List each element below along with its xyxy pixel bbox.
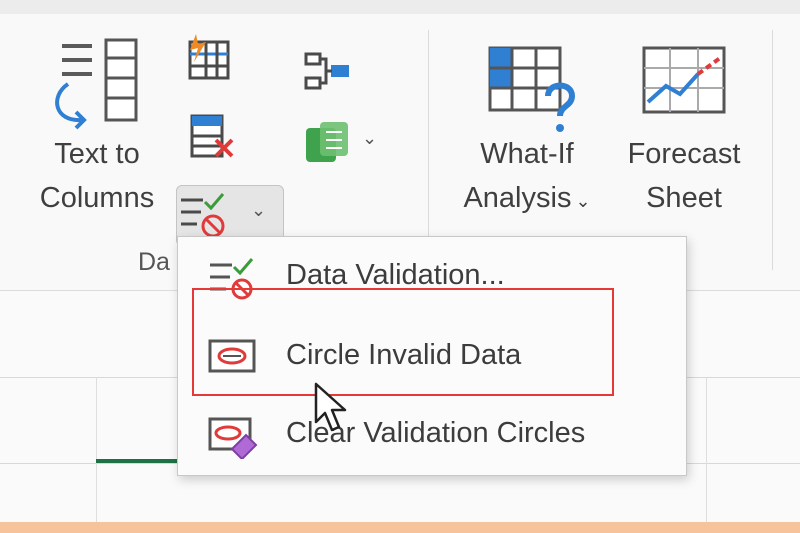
- text-to-columns-button[interactable]: Text to Columns: [30, 132, 164, 220]
- group-separator-2: [772, 30, 773, 270]
- data-model-chevron-icon[interactable]: ⌄: [362, 128, 377, 149]
- forecast-label-1: Forecast: [627, 138, 741, 170]
- forecast-sheet-button[interactable]: Forecast Sheet: [616, 132, 752, 220]
- mouse-pointer-icon: [312, 382, 352, 443]
- data-tools-group-label: Da: [138, 248, 170, 276]
- highlight-annotation-box: [192, 288, 614, 396]
- bottom-accent-bar: [0, 522, 800, 533]
- text-to-columns-label-2: Columns: [39, 182, 155, 214]
- gridline: [96, 377, 97, 523]
- text-to-columns-icon: [48, 36, 142, 139]
- what-if-analysis-button[interactable]: What-If Analysis ⌄: [452, 132, 602, 223]
- text-to-columns-label-1: Text to: [54, 138, 140, 170]
- group-separator-1: [428, 30, 429, 270]
- forecast-label-2: Sheet: [646, 182, 722, 214]
- menu-item-clear-validation-circles[interactable]: Clear Validation Circles: [178, 399, 686, 471]
- what-if-chevron-icon: ⌄: [575, 191, 591, 211]
- data-model-icon[interactable]: [304, 120, 350, 173]
- window-top-strip: [0, 0, 800, 14]
- data-validation-chevron-icon: ⌄: [251, 200, 267, 220]
- consolidate-icon[interactable]: [304, 52, 350, 99]
- gridline: [706, 377, 707, 523]
- remove-duplicates-icon[interactable]: [190, 112, 236, 169]
- what-if-label-1: What-If: [480, 138, 574, 170]
- forecast-sheet-icon: [640, 44, 730, 131]
- what-if-analysis-icon: [486, 44, 582, 141]
- what-if-label-2: Analysis: [463, 182, 572, 214]
- flash-fill-icon[interactable]: [186, 34, 234, 87]
- clear-validation-circles-icon: [208, 415, 258, 464]
